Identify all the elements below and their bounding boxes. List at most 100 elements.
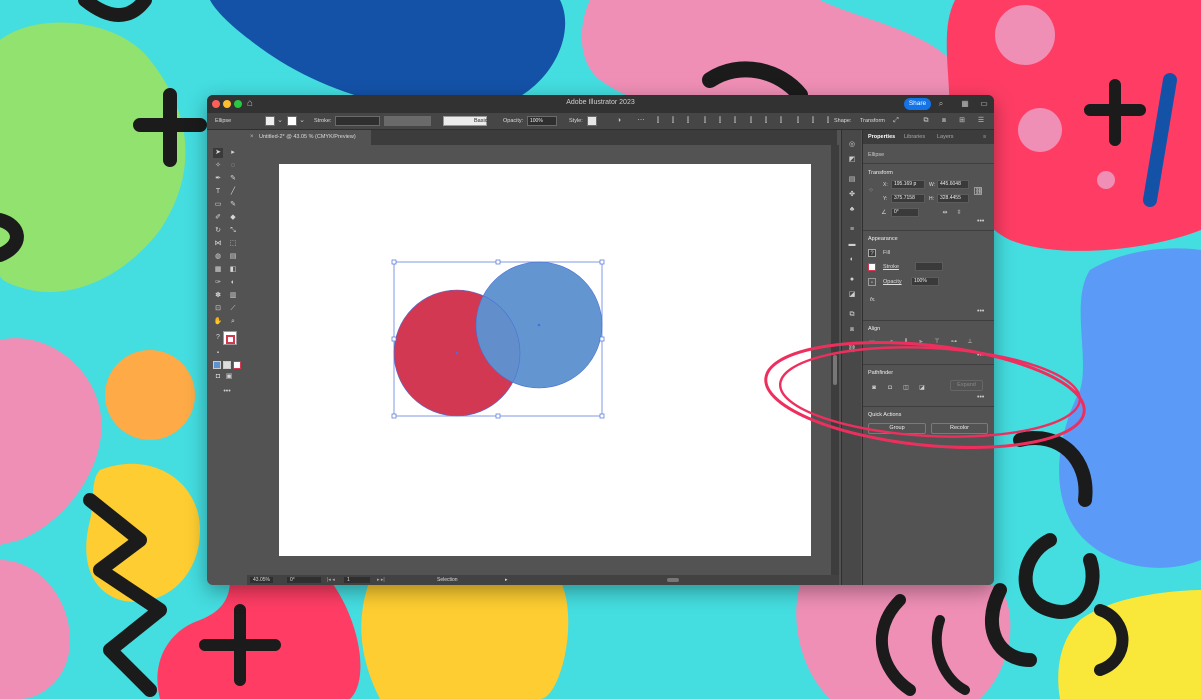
screen-mode-icon[interactable]: ▣ — [224, 372, 234, 382]
align-center-icon[interactable]: ⫿ — [669, 116, 677, 126]
menu-icon[interactable]: ☰ — [977, 116, 985, 126]
rotation-field[interactable]: 0° — [287, 577, 321, 583]
x-input[interactable]: 195.169 p — [891, 180, 925, 189]
free-transform-tool-icon[interactable]: ⬚ — [228, 239, 238, 249]
document-tab[interactable]: × Untitled-2* @ 43.05 % (CMYK/Preview) — [247, 130, 371, 145]
horizontal-scroll-thumb[interactable] — [667, 578, 679, 582]
workspace-icon[interactable]: ▦ — [960, 99, 970, 109]
stroke-color-swatch[interactable] — [226, 335, 235, 344]
color-mode-icon[interactable] — [213, 361, 221, 369]
pen-tool-icon[interactable]: ✒ — [213, 174, 223, 184]
align-left-icon[interactable]: ⫷ — [887, 338, 895, 346]
selection-tool-icon[interactable]: ➤ — [213, 148, 223, 158]
canvas-area[interactable] — [247, 145, 831, 575]
color-panel-icon[interactable]: ◎ — [847, 140, 857, 150]
more-options-icon[interactable]: ••• — [977, 394, 984, 401]
unite-icon[interactable]: ◙ — [870, 384, 878, 392]
zoom-tool-icon[interactable]: ⌕ — [228, 317, 238, 327]
perspective-grid-tool-icon[interactable]: ▤ — [228, 252, 238, 262]
intersect-icon[interactable]: ◫ — [902, 384, 910, 392]
arrange-documents-icon[interactable]: ▭ — [979, 99, 989, 109]
graphic-style-swatch[interactable] — [587, 116, 597, 126]
distribute-center-icon[interactable]: ⫿ — [809, 116, 817, 126]
shape-builder-tool-icon[interactable]: ◍ — [213, 252, 223, 262]
gradient-panel-icon[interactable]: ▬ — [847, 240, 857, 250]
select-similar-icon[interactable]: ⧈ — [940, 116, 948, 126]
direct-selection-tool-icon[interactable]: ▸ — [228, 148, 238, 158]
draw-mode-icon[interactable]: ◘ — [213, 372, 223, 382]
magic-wand-tool-icon[interactable]: ✧ — [213, 161, 223, 171]
align-top-icon[interactable]: ⫿ — [701, 116, 709, 126]
links-panel-icon[interactable]: ⛓ — [847, 345, 857, 355]
rotate-tool-icon[interactable]: ↻ — [213, 226, 223, 236]
constrain-proportions-icon[interactable]: ⛓ — [974, 187, 983, 195]
panel-menu-icon[interactable]: ≡ — [983, 134, 986, 140]
graph-tool-icon[interactable]: ▥ — [228, 291, 238, 301]
exclude-icon[interactable]: ◪ — [918, 384, 926, 392]
default-colors-icon[interactable]: ▪ — [213, 348, 223, 358]
recolor-button[interactable]: Recolor — [931, 423, 988, 434]
symbols-panel-icon[interactable]: ♣ — [847, 205, 857, 215]
curvature-tool-icon[interactable]: ✎ — [228, 174, 238, 184]
zoom-level-field[interactable]: 43.05% — [250, 577, 273, 583]
transparency-panel-icon[interactable]: ◐ — [847, 255, 857, 265]
vertical-scrollbar[interactable] — [831, 145, 839, 575]
chevron-down-icon[interactable]: ⌄ — [276, 116, 284, 126]
hand-tool-icon[interactable]: ✋ — [213, 317, 223, 327]
rotation-angle-input[interactable]: 0° — [891, 208, 919, 217]
variable-width-profile[interactable] — [384, 116, 431, 126]
align-bottom-icon[interactable]: ⊥ — [966, 338, 974, 346]
width-tool-icon[interactable]: ⋈ — [213, 239, 223, 249]
opacity-link[interactable]: Opacity — [883, 279, 902, 285]
blend-tool-icon[interactable]: ◐ — [228, 278, 238, 288]
stroke-panel-icon[interactable]: ≡ — [847, 225, 857, 235]
recolor-artwork-icon[interactable]: ◑ — [615, 116, 623, 126]
transform-link[interactable]: Transform — [860, 118, 885, 124]
chevron-down-icon[interactable]: ⌄ — [298, 116, 306, 126]
stroke-swatch-icon[interactable] — [868, 263, 876, 271]
arrange-icon[interactable]: ⊞ — [958, 116, 966, 126]
reference-point-icon[interactable]: ⁘ — [867, 187, 875, 195]
type-tool-icon[interactable]: T — [213, 187, 223, 197]
artboard-nav-icons[interactable]: ▸ ▸| — [377, 577, 385, 583]
artboard-nav-icons[interactable]: |◂ ◂ — [327, 577, 335, 583]
symbol-sprayer-tool-icon[interactable]: ✽ — [213, 291, 223, 301]
align-right-icon[interactable]: ⫸ — [917, 338, 925, 346]
gradient-tool-icon[interactable]: ◧ — [228, 265, 238, 275]
brushes-panel-icon[interactable]: ✤ — [847, 190, 857, 200]
appearance-panel-icon[interactable]: ● — [847, 275, 857, 285]
scale-tool-icon[interactable]: ⤡ — [228, 226, 238, 236]
eraser-tool-icon[interactable]: ◆ — [228, 213, 238, 223]
gradient-mode-icon[interactable] — [223, 361, 231, 369]
group-button[interactable]: Group — [868, 423, 926, 434]
edit-toolbar-icon[interactable]: ••• — [220, 388, 234, 395]
slice-tool-icon[interactable]: ⟋ — [228, 304, 238, 314]
shaper-tool-icon[interactable]: ✐ — [213, 213, 223, 223]
stroke-weight-input[interactable] — [335, 116, 380, 126]
expand-button[interactable]: Expand — [950, 380, 983, 391]
share-button[interactable]: Share — [904, 98, 931, 110]
more-options-icon[interactable]: ••• — [977, 308, 984, 315]
fill-help-icon[interactable]: ? — [868, 249, 876, 257]
transform-panel-icon[interactable]: ⧉ — [847, 310, 857, 320]
distribute-middle-icon[interactable]: ⫿ — [762, 116, 770, 126]
distribute-right-icon[interactable]: ⫿ — [824, 116, 832, 126]
align-to-selection-icon[interactable]: ⋯ — [868, 338, 876, 346]
eyedropper-tool-icon[interactable]: ✑ — [213, 278, 223, 288]
minus-front-icon[interactable]: ◘ — [886, 384, 894, 392]
align-horizontal-center-icon[interactable]: ⫼ — [902, 338, 910, 346]
status-menu-icon[interactable]: ▸ — [505, 577, 508, 583]
lasso-tool-icon[interactable]: ◌ — [228, 161, 238, 171]
align-middle-icon[interactable]: ⫿ — [716, 116, 724, 126]
help-icon[interactable]: ? — [213, 333, 223, 343]
distribute-left-icon[interactable]: ⫿ — [794, 116, 802, 126]
close-icon[interactable]: × — [250, 130, 254, 145]
search-icon[interactable]: ⌕ — [936, 99, 946, 109]
isolate-icon[interactable]: ⧉ — [922, 116, 930, 126]
distribute-bottom-icon[interactable]: ⫿ — [777, 116, 785, 126]
tab-libraries[interactable]: Libraries — [904, 134, 925, 140]
tab-properties[interactable]: Properties — [868, 134, 895, 140]
h-input[interactable]: 328.4455 — [937, 194, 969, 203]
stroke-swatch[interactable] — [287, 116, 297, 126]
stroke-link[interactable]: Stroke — [883, 264, 899, 270]
